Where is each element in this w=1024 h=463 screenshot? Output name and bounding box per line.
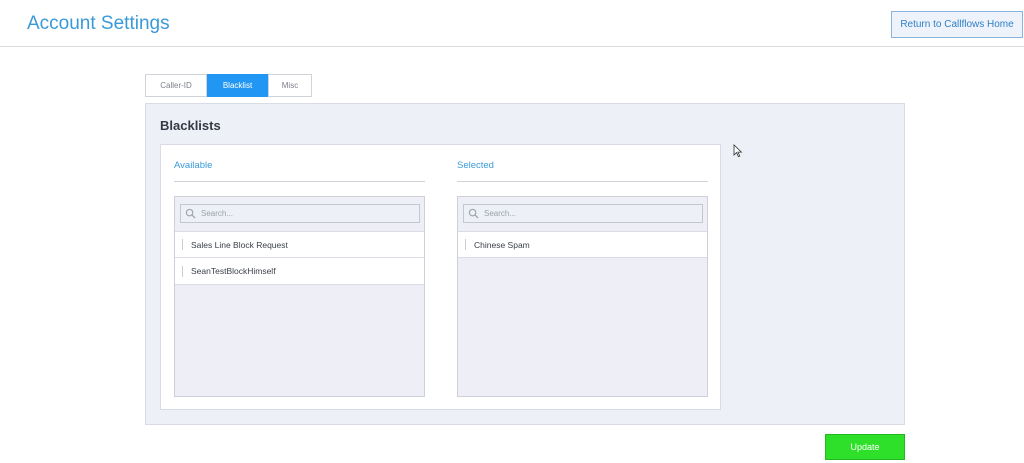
selected-list[interactable]: Chinese Spam [457, 196, 708, 397]
page-title: Account Settings [27, 13, 170, 34]
list-item[interactable]: SeanTestBlockHimself [175, 258, 424, 285]
header-bar: Account Settings Return to Callflows Hom… [0, 0, 1024, 47]
available-search-input[interactable] [201, 209, 411, 218]
list-item[interactable]: Chinese Spam [458, 231, 707, 258]
dual-list-container: Available Sales Line Block Request SeanT… [160, 144, 721, 410]
tab-blacklist[interactable]: Blacklist [207, 74, 268, 97]
list-item[interactable]: Sales Line Block Request [175, 231, 424, 258]
selected-heading: Selected [457, 160, 494, 171]
update-button[interactable]: Update [825, 434, 905, 460]
drag-handle-icon[interactable] [465, 239, 467, 250]
selected-search-input[interactable] [484, 209, 694, 218]
available-list[interactable]: Sales Line Block Request SeanTestBlockHi… [174, 196, 425, 397]
available-search-box [180, 204, 420, 223]
available-heading: Available [174, 160, 213, 171]
return-to-callflows-button[interactable]: Return to Callflows Home [891, 11, 1023, 38]
search-icon [468, 208, 479, 219]
panel-title: Blacklists [160, 118, 221, 133]
selected-search-box [463, 204, 703, 223]
search-icon [185, 208, 196, 219]
drag-handle-icon[interactable] [182, 239, 184, 250]
drag-handle-icon[interactable] [182, 265, 184, 277]
tab-misc[interactable]: Misc [268, 74, 312, 97]
settings-tabs: Caller-ID Blacklist Misc [145, 74, 312, 97]
list-item-label: Chinese Spam [474, 239, 530, 250]
selected-items: Chinese Spam [458, 231, 707, 258]
blacklist-panel: Blacklists Available Sales Line Block Re… [145, 103, 905, 425]
tab-caller-id[interactable]: Caller-ID [145, 74, 207, 97]
selected-divider [457, 181, 708, 182]
list-item-label: SeanTestBlockHimself [191, 266, 276, 276]
list-item-label: Sales Line Block Request [191, 239, 288, 250]
mouse-cursor-icon [733, 144, 743, 158]
available-items: Sales Line Block Request SeanTestBlockHi… [175, 231, 424, 285]
available-divider [174, 181, 425, 182]
